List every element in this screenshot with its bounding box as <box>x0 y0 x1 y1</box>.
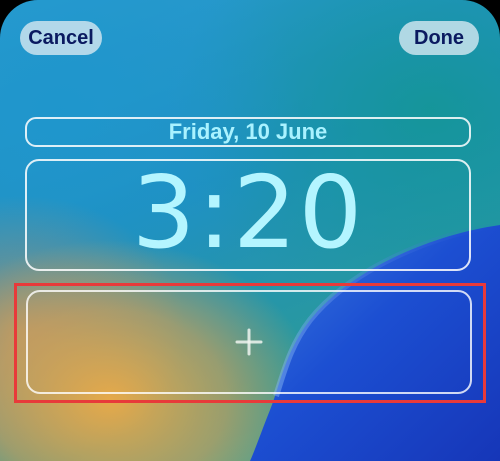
clock-widget[interactable]: 3:20 <box>25 159 471 271</box>
date-widget[interactable]: Friday, 10 June <box>25 117 471 147</box>
add-widget-area[interactable] <box>26 290 472 394</box>
cancel-button[interactable]: Cancel <box>20 21 102 55</box>
plus-icon <box>235 328 263 356</box>
lock-screen-editor: Cancel Done Friday, 10 June 3:20 <box>0 0 500 461</box>
done-button[interactable]: Done <box>399 21 479 55</box>
clock-time: 3:20 <box>131 154 365 271</box>
date-label: Friday, 10 June <box>168 119 328 144</box>
